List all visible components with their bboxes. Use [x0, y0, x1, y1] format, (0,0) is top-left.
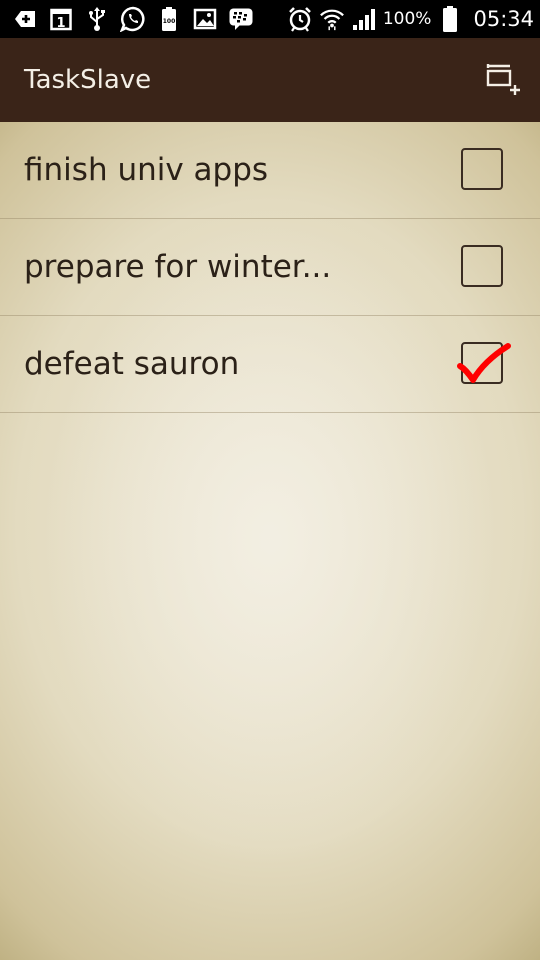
task-label: finish univ apps [24, 152, 269, 188]
whatsapp-icon [120, 6, 146, 32]
list-item[interactable]: prepare for winter... [0, 219, 540, 316]
bbm-icon [228, 6, 254, 32]
task-label: prepare for winter... [24, 249, 332, 285]
usb-icon [84, 6, 110, 32]
gallery-icon [192, 6, 218, 32]
status-bar: 1 100 100% 05:34 [0, 0, 540, 38]
alarm-icon [287, 6, 313, 32]
add-icon [12, 6, 38, 32]
battery-100-icon: 100 [156, 6, 182, 32]
task-checkbox[interactable] [461, 148, 503, 190]
add-list-button[interactable] [482, 58, 526, 102]
list-item[interactable]: finish univ apps [0, 122, 540, 219]
notification-icons: 1 100 [12, 0, 254, 38]
wifi-icon [319, 6, 345, 32]
task-label: defeat sauron [24, 346, 240, 382]
task-list: finish univ apps prepare for winter... d… [0, 122, 540, 413]
checkmark-icon [457, 343, 511, 383]
system-status: 100% 05:34 [287, 0, 534, 38]
clock: 05:34 [473, 7, 534, 31]
add-list-icon [486, 64, 520, 95]
calendar-icon: 1 [48, 6, 74, 32]
calendar-day-text: 1 [56, 16, 65, 31]
battery-percent: 100% [382, 9, 432, 29]
app-title: TaskSlave [24, 65, 152, 95]
battery-100-text: 100 [163, 18, 176, 25]
task-list-area: finish univ apps prepare for winter... d… [0, 122, 540, 960]
task-checkbox[interactable] [461, 245, 503, 287]
action-bar: TaskSlave [0, 38, 540, 122]
list-item[interactable]: defeat sauron [0, 316, 540, 413]
signal-icon [351, 6, 377, 32]
battery-icon [437, 6, 463, 32]
